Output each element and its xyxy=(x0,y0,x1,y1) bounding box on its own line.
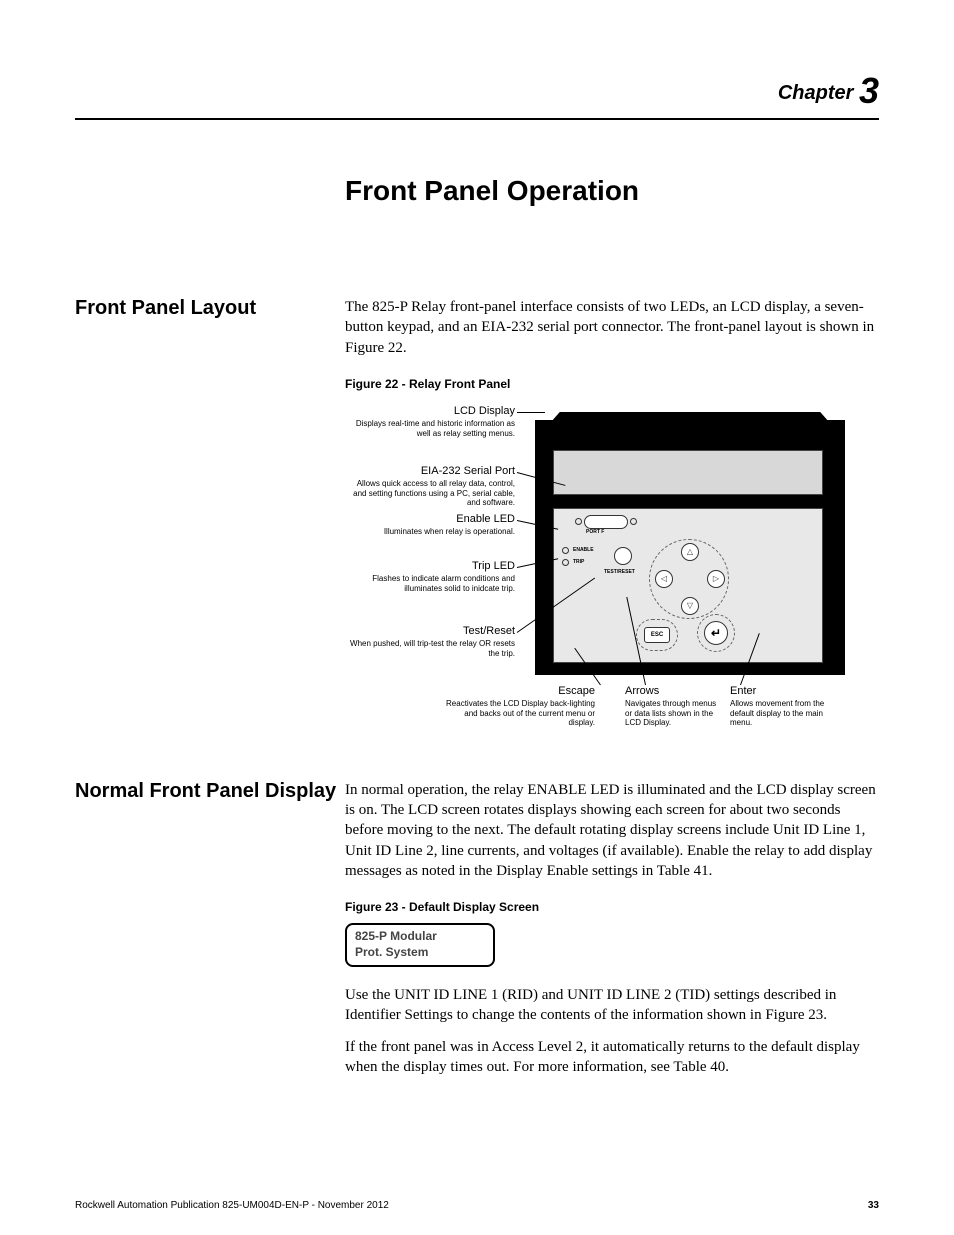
callout-title: Enter xyxy=(730,685,840,698)
arrow-down-icon: ▽ xyxy=(681,597,699,615)
test-reset-label: TEST/RESET xyxy=(604,569,635,576)
trip-led-icon xyxy=(562,559,569,566)
callout-escape: Escape Reactivates the LCD Display back-… xyxy=(445,685,595,728)
callout-lcd: LCD Display Displays real-time and histo… xyxy=(345,405,515,438)
page-title: Front Panel Operation xyxy=(345,175,879,207)
callout-title: Trip LED xyxy=(345,560,515,573)
callout-enable-led: Enable LED Illuminates when relay is ope… xyxy=(345,513,515,537)
keypad-panel: PORT F ENABLE TRIP TEST/RESET △ ▽ ◁ xyxy=(553,508,823,663)
callout-desc: Flashes to indicate alarm conditions and… xyxy=(345,574,515,593)
lcd-line-2: Prot. System xyxy=(355,945,485,961)
page-number: 33 xyxy=(868,1200,879,1211)
figure-caption: Figure 23 - Default Display Screen xyxy=(345,899,879,915)
enable-led-label: ENABLE xyxy=(573,547,594,554)
relay-enclosure: PORT F ENABLE TRIP TEST/RESET △ ▽ ◁ xyxy=(535,420,845,675)
header-rule xyxy=(75,118,879,120)
chapter-header: Chapter 3 xyxy=(75,70,879,112)
section-body: In normal operation, the relay ENABLE LE… xyxy=(345,780,879,1090)
section-heading: Normal Front Panel Display xyxy=(75,780,345,1090)
callout-desc: When pushed, will trip-test the relay OR… xyxy=(345,639,515,658)
enter-button-icon: ↵ xyxy=(704,621,728,645)
arrow-keys-ring: △ ▽ ◁ ▷ xyxy=(649,539,729,619)
serial-port-icon xyxy=(584,515,628,529)
paragraph: The 825-P Relay front-panel interface co… xyxy=(345,297,879,358)
arrow-up-icon: △ xyxy=(681,543,699,561)
callout-title: Enable LED xyxy=(345,513,515,526)
enable-led-row: ENABLE xyxy=(562,547,594,554)
section-normal-display: Normal Front Panel Display In normal ope… xyxy=(75,780,879,1090)
callout-desc: Displays real-time and historic informat… xyxy=(345,419,515,438)
paragraph: In normal operation, the relay ENABLE LE… xyxy=(345,780,879,881)
section-front-panel-layout: Front Panel Layout The 825-P Relay front… xyxy=(75,297,879,740)
lcd-display xyxy=(553,450,823,495)
figure-relay-front-panel: PORT F ENABLE TRIP TEST/RESET △ ▽ ◁ xyxy=(345,400,865,740)
paragraph: Use the UNIT ID LINE 1 (RID) and UNIT ID… xyxy=(345,985,879,1026)
callout-desc: Reactivates the LCD Display back-lightin… xyxy=(445,699,595,728)
paragraph: If the front panel was in Access Level 2… xyxy=(345,1037,879,1078)
callout-desc: Illuminates when relay is operational. xyxy=(345,527,515,537)
arrow-right-icon: ▷ xyxy=(707,570,725,588)
callout-desc: Allows quick access to all relay data, c… xyxy=(345,479,515,508)
callout-test-reset: Test/Reset When pushed, will trip-test t… xyxy=(345,625,515,658)
chapter-label: Chapter xyxy=(778,82,854,104)
callout-serial: EIA-232 Serial Port Allows quick access … xyxy=(345,465,515,508)
page-footer: Rockwell Automation Publication 825-UM00… xyxy=(75,1200,879,1211)
callout-title: LCD Display xyxy=(345,405,515,418)
escape-button-icon: ESC xyxy=(644,627,670,643)
section-body: The 825-P Relay front-panel interface co… xyxy=(345,297,879,740)
leader-line xyxy=(517,412,545,413)
figure-caption: Figure 22 - Relay Front Panel xyxy=(345,376,879,392)
section-heading: Front Panel Layout xyxy=(75,297,345,740)
callout-title: Arrows xyxy=(625,685,720,698)
port-label: PORT F xyxy=(586,529,604,536)
callout-title: Escape xyxy=(445,685,595,698)
callout-desc: Navigates through menus or data lists sh… xyxy=(625,699,720,728)
callout-title: EIA-232 Serial Port xyxy=(345,465,515,478)
lcd-line-1: 825-P Modular xyxy=(355,929,485,945)
trip-led-label: TRIP xyxy=(573,559,584,566)
arrow-left-icon: ◁ xyxy=(655,570,673,588)
test-reset-button-icon xyxy=(614,547,632,565)
callout-desc: Allows movement from the default display… xyxy=(730,699,840,728)
trip-led-row: TRIP xyxy=(562,559,584,566)
callout-title: Test/Reset xyxy=(345,625,515,638)
callout-enter: Enter Allows movement from the default d… xyxy=(730,685,840,728)
chapter-number: 3 xyxy=(859,70,879,111)
publication-info: Rockwell Automation Publication 825-UM00… xyxy=(75,1200,389,1211)
callout-arrows: Arrows Navigates through menus or data l… xyxy=(625,685,720,728)
callout-trip-led: Trip LED Flashes to indicate alarm condi… xyxy=(345,560,515,593)
enable-led-icon xyxy=(562,547,569,554)
figure-lcd-screen: 825-P Modular Prot. System xyxy=(345,923,495,966)
